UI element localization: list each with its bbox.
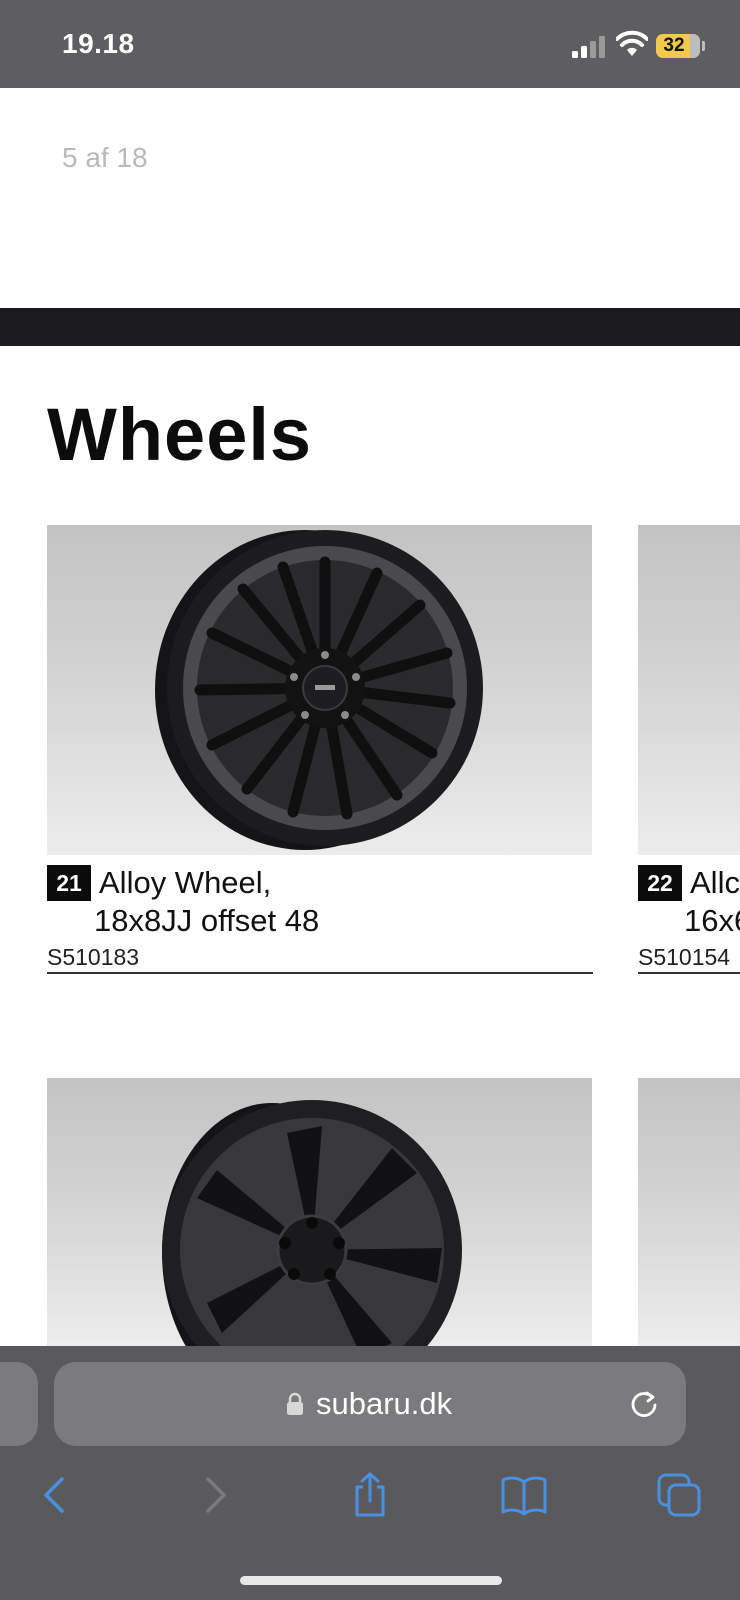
product-sku: S510154 bbox=[638, 944, 731, 970]
forward-icon[interactable] bbox=[190, 1472, 238, 1518]
product-divider bbox=[638, 972, 740, 974]
product-image-alloy-wheel-spoked[interactable] bbox=[47, 525, 592, 855]
product-name-line2: 16x6 bbox=[684, 903, 740, 938]
address-url[interactable]: subaru.dk bbox=[316, 1386, 452, 1422]
battery-level: 32 bbox=[663, 35, 685, 56]
product-name-line1: Alloy Wheel, bbox=[99, 865, 272, 900]
status-time: 19.18 bbox=[62, 28, 135, 59]
battery-nub bbox=[702, 41, 705, 51]
product-number-badge: 21 bbox=[47, 865, 91, 901]
lock-icon bbox=[287, 1392, 303, 1415]
page-divider-band bbox=[0, 308, 740, 346]
wifi-icon bbox=[616, 30, 648, 56]
wheel-illustration bbox=[155, 530, 483, 850]
page-counter: 5 af 18 bbox=[62, 142, 148, 173]
status-bar: 19.18 32 bbox=[0, 0, 740, 88]
battery-icon: 32 bbox=[656, 34, 700, 58]
product-number-badge: 22 bbox=[638, 865, 682, 901]
product-image-partial[interactable] bbox=[638, 525, 740, 855]
reload-icon[interactable] bbox=[628, 1388, 660, 1420]
home-indicator[interactable] bbox=[240, 1576, 502, 1585]
back-icon[interactable] bbox=[32, 1472, 80, 1518]
product-name-line1: Allc bbox=[690, 865, 740, 900]
product-sku: S510183 bbox=[47, 944, 140, 970]
share-icon[interactable] bbox=[346, 1472, 394, 1518]
product-image-alloy-wheel-split-spoke[interactable] bbox=[47, 1078, 592, 1346]
bookmarks-icon[interactable] bbox=[500, 1472, 548, 1518]
product-divider bbox=[47, 972, 593, 974]
product-name-line2: 18x8JJ offset 48 bbox=[94, 903, 320, 938]
section-title: Wheels bbox=[47, 393, 313, 476]
signal-icon bbox=[572, 36, 605, 58]
wheel-illustration bbox=[162, 1100, 462, 1346]
previous-tab-preview[interactable] bbox=[0, 1362, 38, 1446]
tabs-icon[interactable] bbox=[656, 1472, 704, 1518]
product-image-partial[interactable] bbox=[638, 1078, 740, 1346]
